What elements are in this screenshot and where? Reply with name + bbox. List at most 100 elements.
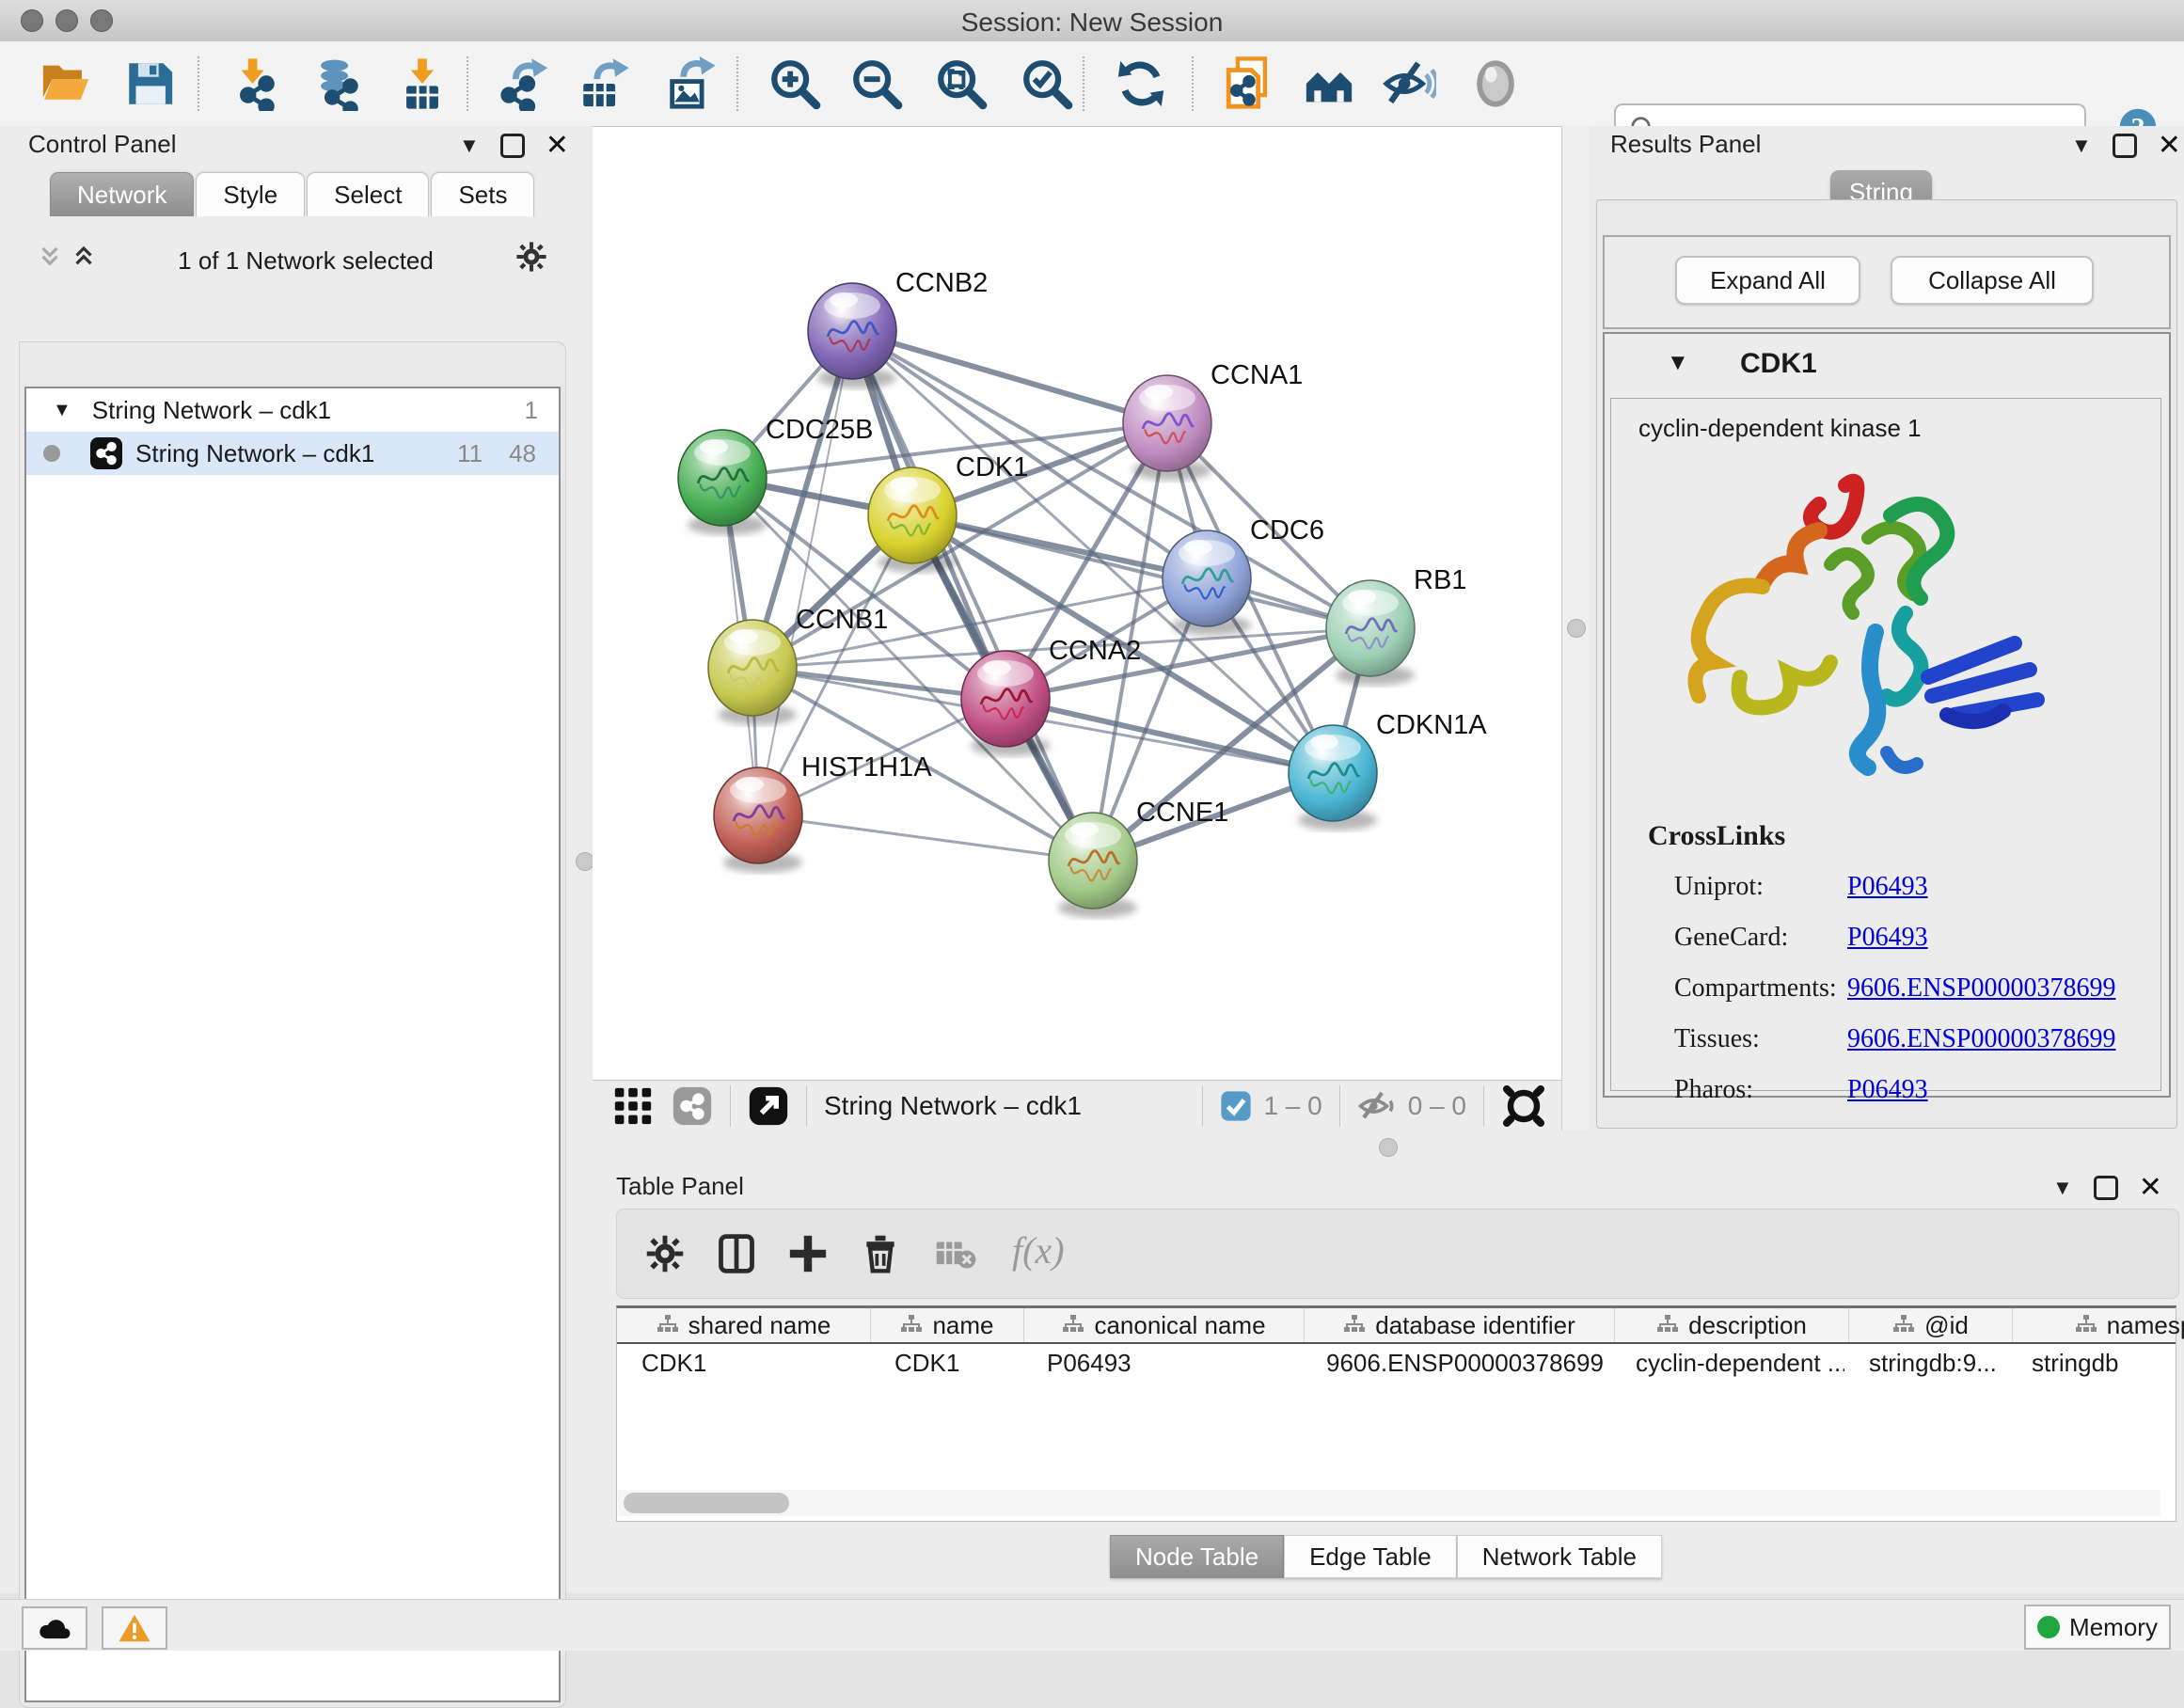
add-column-icon[interactable] [786,1232,830,1275]
function-builder-icon: f(x) [1012,1228,1065,1273]
expand-all-button[interactable]: Expand All [1675,256,1860,305]
svg-text:CDKN1A: CDKN1A [1376,710,1487,740]
selected-checkbox-icon[interactable] [1220,1090,1252,1122]
network-collection-label: String Network – cdk1 [92,396,525,425]
column-header[interactable]: name [871,1308,1024,1342]
svg-text:CCNB2: CCNB2 [895,268,988,298]
genecard-link[interactable]: P06493 [1847,923,1928,952]
import-network-icon[interactable] [228,56,282,111]
right-splitter[interactable] [1561,126,1591,1166]
save-icon[interactable] [122,56,177,111]
export-image-icon[interactable] [663,56,718,111]
collapse-panel-icon[interactable]: ▼ [2052,1176,2073,1200]
import-table-icon[interactable] [395,56,450,111]
column-header[interactable]: database identifier [1305,1308,1615,1342]
left-splitter-handle[interactable] [576,852,594,871]
tissues-link[interactable]: 9606.ENSP00000378699 [1847,1024,2115,1053]
gene-collapse-icon[interactable]: ▼ [1667,350,1689,376]
network-label: String Network – cdk1 [135,439,457,468]
lens-icon[interactable] [1468,56,1523,111]
zoom-in-icon[interactable] [768,56,822,111]
float-panel-icon[interactable] [500,134,525,158]
string-document-icon[interactable] [1222,56,1276,111]
float-panel-icon[interactable] [2113,134,2137,158]
column-header[interactable]: namespace [2013,1308,2184,1342]
network-canvas[interactable]: CCNB2CCNA1CDC25BCDK1CDC6RB1CCNB1CCNA2CDK… [593,127,1561,1080]
column-header[interactable]: canonical name [1024,1308,1305,1342]
gene-description: cyclin-dependent kinase 1 [1638,414,1922,443]
uniprot-link[interactable]: P06493 [1847,872,1928,901]
control-panel-title: Control Panel [28,130,177,159]
tab-network[interactable]: Network [50,172,194,216]
collapse-all-chevron-icon[interactable] [68,244,100,272]
network-collection-row[interactable]: ▼ String Network – cdk1 1 [26,388,559,432]
memory-label: Memory [2069,1613,2158,1642]
export-network-icon[interactable] [498,56,552,111]
node-count: 11 [457,439,483,468]
grid-view-icon[interactable] [611,1084,655,1128]
zoom-fit-icon[interactable] [934,56,989,111]
zoom-out-icon[interactable] [849,56,904,111]
footer-separator [730,1085,731,1127]
table-tabs: Node TableEdge TableNetwork Table [1110,1535,1662,1578]
network-row[interactable]: String Network – cdk1 11 48 [26,432,559,475]
export-table-icon[interactable] [577,56,631,111]
close-panel-icon[interactable]: ✕ [2158,136,2181,155]
cloud-button[interactable] [22,1606,87,1650]
column-header[interactable]: description [1615,1308,1849,1342]
tab-network-table[interactable]: Network Table [1457,1535,1662,1578]
home-pair-icon[interactable] [1302,56,1356,111]
tree-expand-icon[interactable]: ▼ [53,400,71,421]
import-database-icon[interactable] [309,56,364,111]
warning-button[interactable] [102,1606,167,1650]
scrollbar-thumb[interactable] [624,1493,789,1513]
birds-eye-icon[interactable] [1501,1083,1546,1129]
delete-column-icon[interactable] [860,1230,901,1277]
svg-text:CCNA2: CCNA2 [1049,636,1141,666]
column-header[interactable]: shared name [617,1308,871,1342]
toolbar-separator [1192,56,1194,111]
column-header[interactable]: @id [1849,1308,2013,1342]
gear-icon[interactable] [645,1234,685,1273]
selected-count: 1 – 0 [1263,1091,1321,1121]
expand-all-chevron-icon[interactable] [34,244,66,272]
hidden-eye-icon[interactable] [1357,1086,1397,1126]
refresh-icon[interactable] [1114,56,1168,111]
tab-style[interactable]: Style [196,172,305,216]
network-view-icon[interactable] [672,1085,713,1127]
crosslink-label: GeneCard: [1674,912,1837,963]
open-folder-icon[interactable] [39,56,93,111]
table-header-row: shared name name canonical name database… [617,1308,2176,1344]
compartments-link[interactable]: 9606.ENSP00000378699 [1847,973,2115,1003]
zoom-selected-icon[interactable] [1020,56,1074,111]
close-panel-icon[interactable]: ✕ [2139,1178,2162,1197]
svg-text:CDC25B: CDC25B [766,415,873,445]
horizontal-scrollbar[interactable] [618,1490,2160,1516]
show-columns-icon[interactable] [716,1232,757,1275]
gear-icon[interactable] [515,241,547,273]
collapse-panel-icon[interactable]: ▼ [459,134,480,158]
svg-text:RB1: RB1 [1414,565,1466,595]
pharos-link[interactable]: P06493 [1847,1075,1928,1104]
close-panel-icon[interactable]: ✕ [546,136,569,155]
tab-sets[interactable]: Sets [431,172,534,216]
tab-edge-table[interactable]: Edge Table [1284,1535,1457,1578]
memory-button[interactable]: Memory [2024,1605,2171,1650]
tab-select[interactable]: Select [307,172,429,216]
control-panel: Control Panel ▼ ✕ NetworkStyleSelectSets… [0,126,578,1593]
string-network-graph[interactable]: CCNB2CCNA1CDC25BCDK1CDC6RB1CCNB1CCNA2CDK… [593,127,1561,1080]
table-row[interactable]: CDK1 CDK1 P06493 9606.ENSP00000378699 cy… [617,1344,2176,1382]
network-status-dot [43,445,60,462]
tab-node-table[interactable]: Node Table [1110,1535,1284,1578]
hide-eye-icon[interactable] [1382,56,1436,111]
collapse-all-button[interactable]: Collapse All [1891,256,2094,305]
collapse-panel-icon[interactable]: ▼ [2071,134,2092,158]
right-splitter-handle[interactable] [1567,619,1586,638]
delete-table-icon [935,1238,976,1272]
memory-status-dot [2037,1616,2060,1638]
float-panel-icon[interactable] [2094,1176,2118,1200]
svg-text:CCNA1: CCNA1 [1211,360,1303,390]
horizontal-splitter-handle[interactable] [1379,1138,1398,1157]
toolbar-separator [736,56,738,111]
detach-view-icon[interactable] [748,1085,789,1127]
